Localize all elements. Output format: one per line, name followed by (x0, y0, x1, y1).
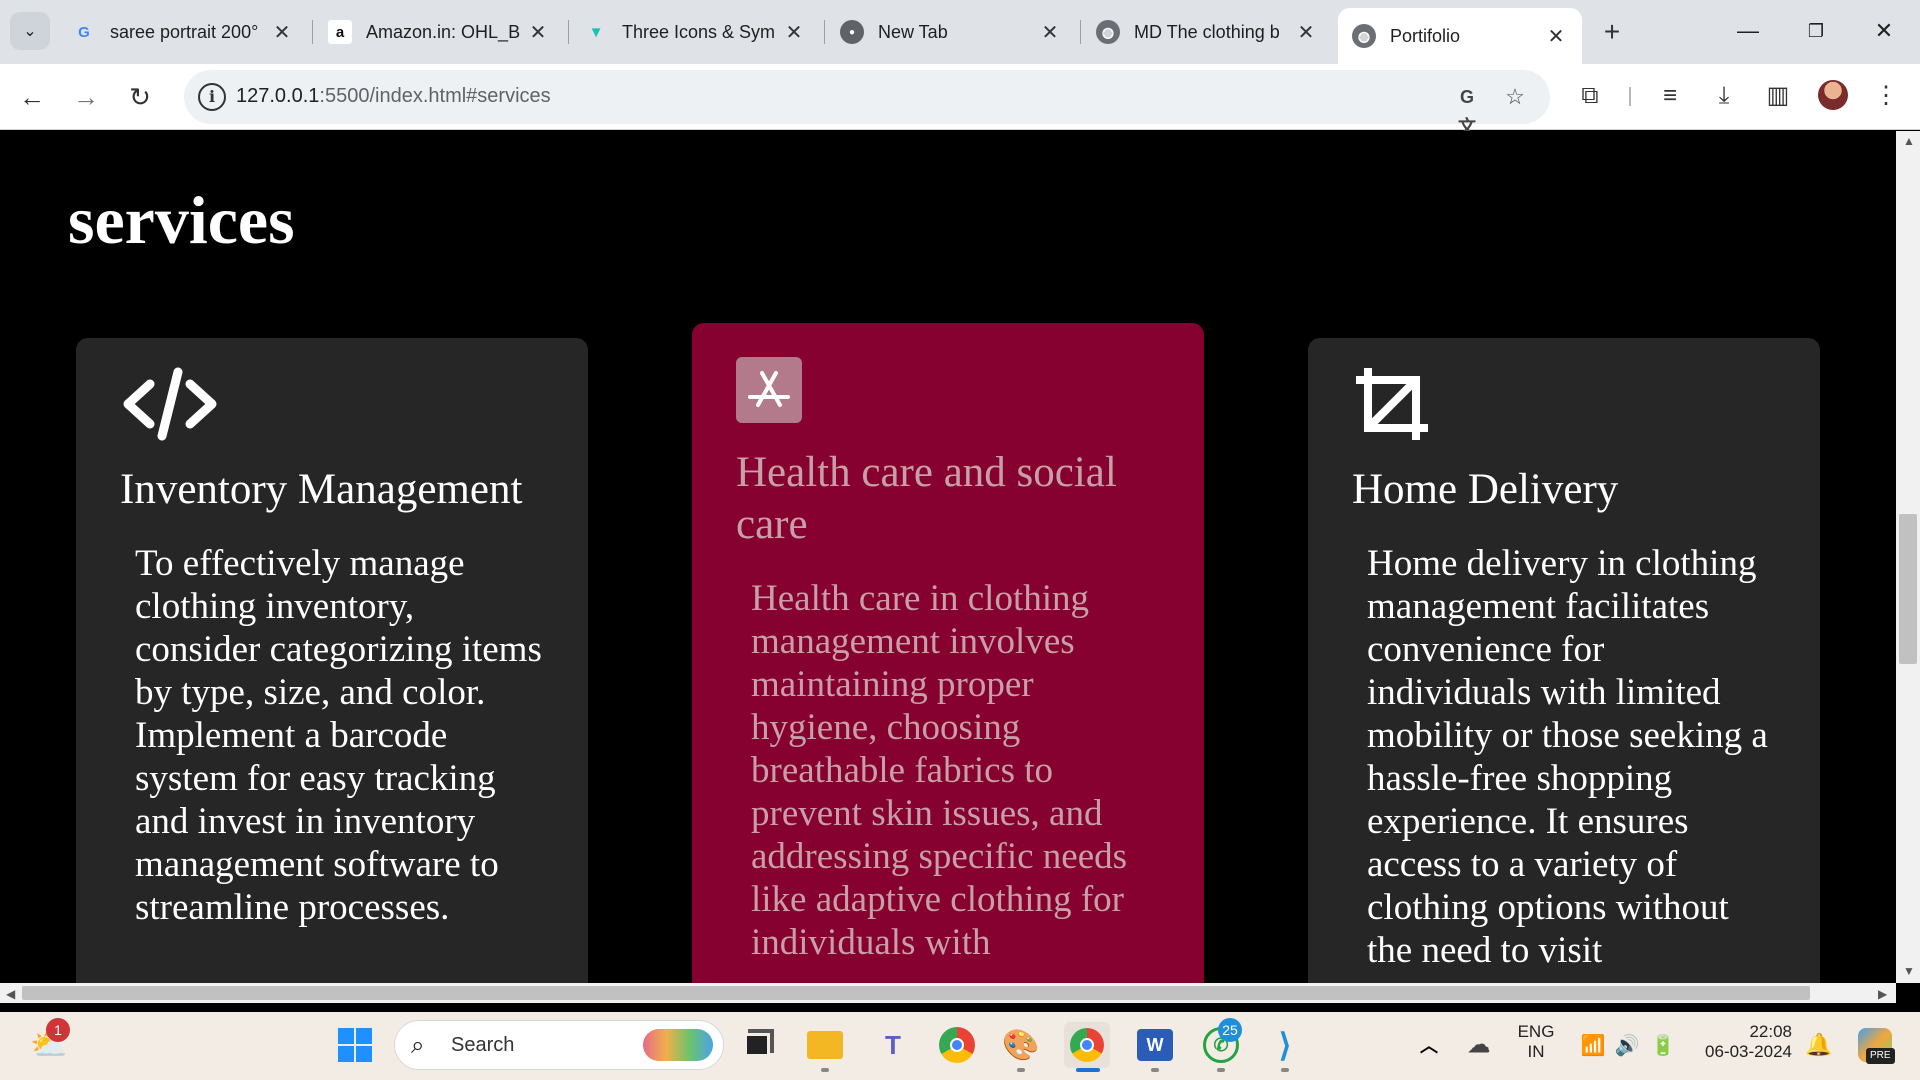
horizontal-scroll-thumb[interactable] (22, 986, 1810, 1000)
close-window-button[interactable]: ✕ (1854, 12, 1914, 50)
windows-start-icon[interactable] (332, 1022, 378, 1068)
globe-icon: ◍ (1096, 20, 1120, 44)
close-icon[interactable]: ✕ (782, 20, 806, 45)
site-info-icon[interactable]: i (198, 83, 226, 111)
running-indicator (1281, 1068, 1289, 1072)
toolbar-divider: | (1627, 85, 1633, 107)
close-icon[interactable]: ✕ (526, 20, 550, 45)
code-icon (120, 364, 544, 464)
file-explorer-icon[interactable] (802, 1022, 848, 1068)
card-heading: Health care and social care (736, 449, 1117, 548)
scroll-up-icon[interactable]: ▲ (1903, 134, 1915, 148)
paint-icon[interactable]: 🎨 (998, 1022, 1044, 1068)
notification-bell-icon[interactable]: 🔔 (1796, 1022, 1842, 1068)
side-panel-icon[interactable]: ▥ (1760, 78, 1796, 114)
chrome-icon: ● (840, 20, 864, 44)
chevron-up-icon[interactable]: ︿ (1406, 1022, 1452, 1068)
tab-search-button[interactable]: ⌄ (10, 12, 50, 50)
card-heading: Home Delivery (1352, 466, 1619, 513)
tab-separator (1080, 20, 1081, 44)
tab-separator (568, 20, 569, 44)
vercel-v-icon: ▼ (588, 23, 604, 41)
tab-separator (312, 20, 313, 44)
tab-portifolio[interactable]: ◍ Portifolio ✕ (1338, 8, 1582, 64)
card-description: Health care in clothing management invol… (751, 578, 1128, 963)
card-description: Home delivery in clothing management fac… (1367, 543, 1768, 971)
tab-amazon[interactable]: a Amazon.in: OHL_B ✕ (314, 8, 564, 56)
crop-icon (1352, 364, 1776, 464)
close-icon[interactable]: ✕ (1544, 24, 1568, 49)
card-heading: Inventory Management (120, 466, 523, 513)
tab-three-icons[interactable]: ▼ Three Icons & Sym ✕ (570, 8, 820, 56)
service-card-health-care: Health care and social care Health care … (692, 323, 1204, 983)
close-icon[interactable]: ✕ (1038, 20, 1062, 45)
chevron-down-icon: ⌄ (23, 23, 37, 40)
new-tab-button[interactable]: + (1594, 14, 1630, 50)
amazon-icon: a (328, 20, 352, 44)
tab-separator (824, 20, 825, 44)
media-control-icon[interactable]: ≡ (1652, 78, 1688, 114)
translate-icon[interactable]: G文 (1452, 82, 1482, 137)
download-icon[interactable]: ⤓ (1706, 78, 1742, 114)
taskbar-search[interactable]: ⌕ Search (394, 1020, 724, 1070)
chrome-icon[interactable] (934, 1022, 980, 1068)
onedrive-cloud-icon[interactable]: ☁ (1456, 1022, 1502, 1068)
tab-saree-portrait[interactable]: G saree portrait 200° ✕ (58, 8, 308, 56)
task-view-icon[interactable] (734, 1022, 780, 1068)
page-viewport: services Inventory Management To effecti… (0, 131, 1896, 983)
url-text[interactable]: 127.0.0.1:5500/index.html#services (236, 85, 551, 108)
card-description: To effectively manage clothing inventory… (135, 543, 542, 928)
scroll-left-icon[interactable]: ◀ (6, 987, 15, 1001)
chrome-profile-icon[interactable] (1064, 1022, 1110, 1068)
minimize-button[interactable]: — (1718, 12, 1778, 50)
language-indicator[interactable]: ENG IN (1516, 1022, 1556, 1062)
vertical-scroll-thumb[interactable] (1899, 514, 1917, 664)
tab-md-clothing[interactable]: ◍ MD The clothing b ✕ (1082, 8, 1332, 56)
more-menu-icon[interactable]: ⋮ (1868, 78, 1904, 114)
running-indicator (1017, 1068, 1025, 1072)
running-indicator (1151, 1068, 1159, 1072)
search-icon: ⌕ (411, 1032, 425, 1059)
notification-badge: 1 (46, 1018, 70, 1042)
bookmark-star-icon[interactable]: ☆ (1500, 82, 1530, 112)
service-card-inventory: Inventory Management To effectively mana… (76, 338, 588, 983)
battery-icon[interactable]: 🔋 (1640, 1022, 1686, 1068)
app-store-icon (736, 357, 1160, 447)
tab-new-tab[interactable]: ● New Tab ✕ (826, 8, 1076, 56)
notification-badge: 25 (1218, 1018, 1242, 1042)
avatar[interactable] (1818, 80, 1848, 110)
service-card-home-delivery: Home Delivery Home delivery in clothing … (1308, 338, 1820, 983)
preview-badge: PRE (1866, 1048, 1895, 1064)
close-icon[interactable]: ✕ (270, 20, 294, 45)
active-indicator (1076, 1068, 1100, 1072)
google-g-icon: G (78, 23, 90, 41)
forward-button[interactable]: → (68, 79, 104, 115)
address-bar[interactable]: i 127.0.0.1:5500/index.html#services G文 … (184, 70, 1550, 137)
word-icon[interactable]: W (1132, 1022, 1178, 1068)
clock[interactable]: 22:08 06-03-2024 (1696, 1022, 1792, 1062)
restore-button[interactable]: ❐ (1786, 12, 1846, 50)
running-indicator (1217, 1068, 1225, 1072)
vscode-icon[interactable]: ⟩ (1262, 1022, 1308, 1068)
search-highlight-icon (643, 1029, 713, 1061)
running-indicator (821, 1068, 829, 1072)
tab-strip: ⌄ G saree portrait 200° ✕ a Amazon.in: O… (0, 0, 1920, 64)
extensions-icon[interactable]: ⧉ (1572, 78, 1608, 114)
close-icon[interactable]: ✕ (1294, 20, 1318, 45)
scroll-down-icon[interactable]: ▼ (1903, 964, 1915, 978)
globe-icon: ◍ (1352, 24, 1376, 48)
back-button[interactable]: ← (14, 79, 50, 115)
reload-button[interactable]: ↻ (122, 79, 158, 115)
section-title: services (68, 182, 295, 258)
scroll-right-icon[interactable]: ▶ (1878, 987, 1887, 1001)
teams-icon[interactable]: T (870, 1022, 916, 1068)
